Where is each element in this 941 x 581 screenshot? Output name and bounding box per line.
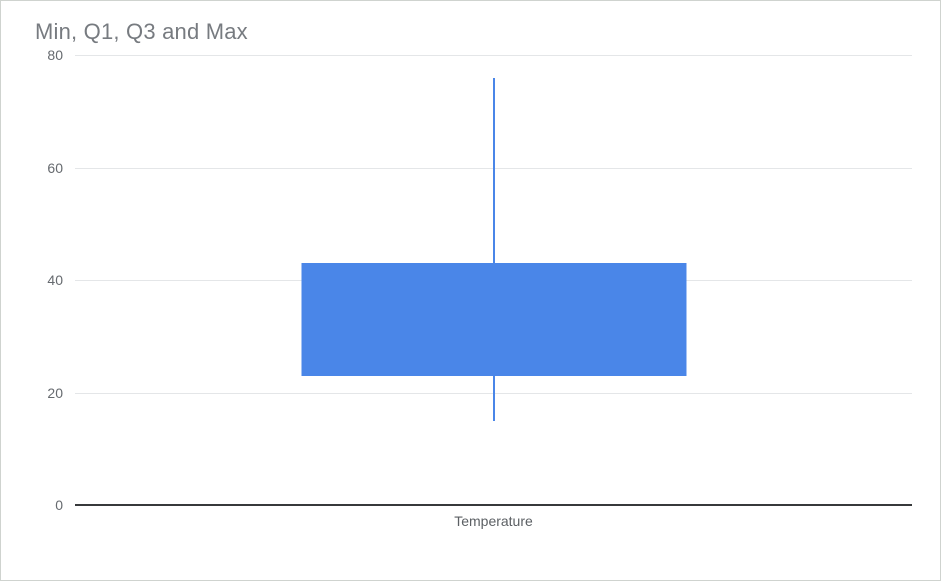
- y-tick-0: 0: [33, 497, 63, 513]
- gridline-80: [75, 55, 912, 56]
- y-tick-60: 60: [33, 160, 63, 176]
- x-axis-label: Temperature: [75, 513, 912, 529]
- chart-frame: Min, Q1, Q3 and Max 80 60 40 20 0 Temper…: [0, 0, 941, 581]
- y-tick-80: 80: [33, 47, 63, 63]
- plot-area: [75, 55, 912, 505]
- chart-area: 80 60 40 20 0 Temperature: [33, 55, 916, 535]
- box-iqr: [301, 263, 686, 376]
- y-tick-20: 20: [33, 385, 63, 401]
- chart-title: Min, Q1, Q3 and Max: [35, 19, 926, 45]
- y-axis-labels: 80 60 40 20 0: [33, 55, 63, 505]
- y-tick-40: 40: [33, 272, 63, 288]
- x-axis-line: [75, 504, 912, 506]
